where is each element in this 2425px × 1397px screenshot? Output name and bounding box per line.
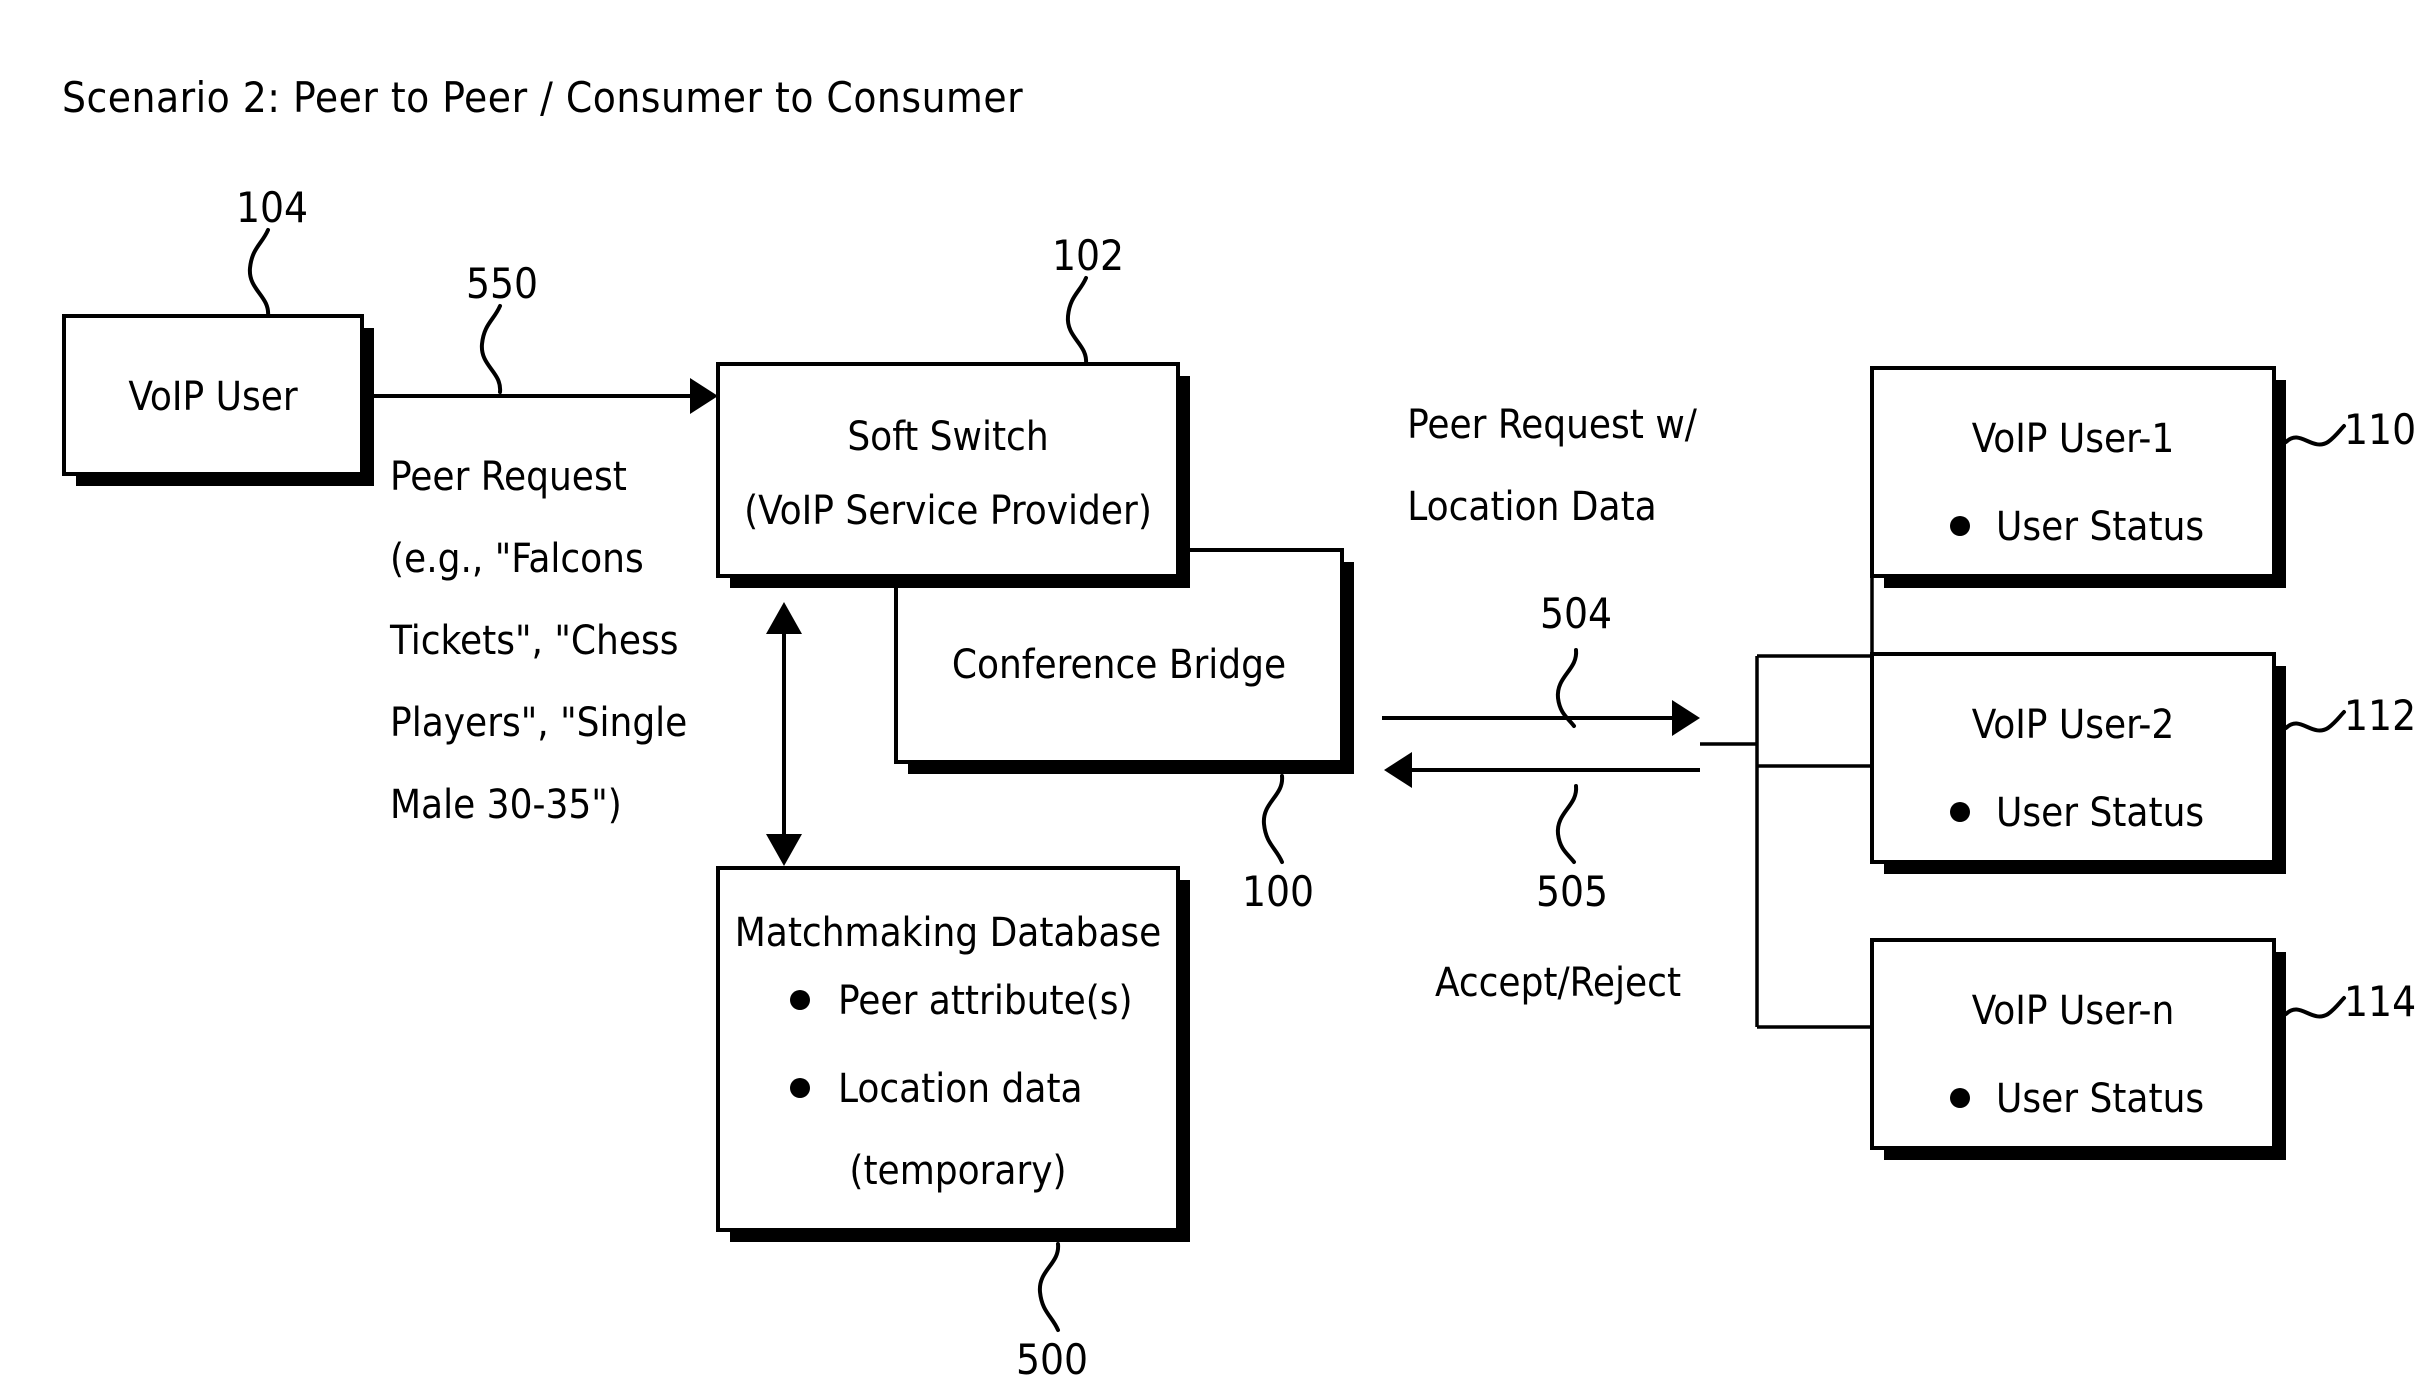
numeral-500-leader: 500 xyxy=(1016,1242,1088,1384)
scenario-2-diagram: Scenario 2: Peer to Peer / Consumer to C… xyxy=(62,73,2416,1384)
numeral-505: 505 xyxy=(1536,867,1608,916)
peer-request-location-line-1: Peer Request w/ xyxy=(1407,402,1698,448)
numeral-114: 114 xyxy=(2344,977,2416,1026)
numeral-500: 500 xyxy=(1016,1335,1088,1384)
peer-request-caption-line-1: Peer Request xyxy=(390,454,627,500)
peer-request-caption: Peer Request (e.g., "Falcons Tickets", "… xyxy=(389,454,687,828)
numeral-112-leader: 112 xyxy=(2284,691,2416,740)
numeral-100: 100 xyxy=(1242,867,1314,916)
bullet-icon xyxy=(1950,802,1970,822)
peer-box-3: VoIP User-n User Status xyxy=(1870,938,2286,1160)
peer-request-caption-line-2: (e.g., "Falcons xyxy=(390,536,644,582)
bullet-icon xyxy=(790,990,810,1010)
peer-2-label: VoIP User-2 xyxy=(1972,702,2175,748)
peer-2-status: User Status xyxy=(1996,790,2204,836)
flow-peer-request-arrow xyxy=(362,378,718,414)
voip-user-label: VoIP User xyxy=(128,374,297,420)
numeral-102: 102 xyxy=(1052,231,1124,280)
matchmaking-database-title: Matchmaking Database xyxy=(735,910,1162,956)
numeral-102-leader: 102 xyxy=(1052,231,1124,366)
numeral-504: 504 xyxy=(1540,589,1612,638)
bullet-icon xyxy=(1950,1088,1970,1108)
peer-request-location-line-2: Location Data xyxy=(1407,484,1656,530)
matchmaking-database-bullet-2: Location data xyxy=(838,1066,1083,1112)
numeral-550-leader: 550 xyxy=(466,259,538,394)
soft-switch-box: Soft Switch (VoIP Service Provider) xyxy=(716,362,1190,588)
numeral-100-leader: 100 xyxy=(1242,774,1314,916)
peer-box-1: VoIP User-1 User Status xyxy=(1870,366,2286,588)
peer-box-2: VoIP User-2 User Status xyxy=(1870,652,2286,874)
accept-reject-caption: Accept/Reject xyxy=(1435,960,1681,1006)
bullet-icon xyxy=(1950,516,1970,536)
soft-switch-label-line-2: (VoIP Service Provider) xyxy=(744,488,1152,534)
voip-user-box: VoIP User xyxy=(62,314,374,486)
numeral-505-leader: 505 xyxy=(1536,784,1608,916)
numeral-550: 550 xyxy=(466,259,538,308)
numeral-104-leader: 104 xyxy=(236,183,308,318)
matchmaking-database-bullet-2-cont: (temporary) xyxy=(849,1148,1066,1194)
patent-figure-page: Scenario 2: Peer to Peer / Consumer to C… xyxy=(0,0,2425,1397)
peer-request-location-caption: Peer Request w/ Location Data xyxy=(1407,402,1698,530)
numeral-104: 104 xyxy=(236,183,308,232)
numeral-114-leader: 114 xyxy=(2284,977,2416,1026)
peer-request-caption-line-3: Tickets", "Chess xyxy=(389,618,678,664)
flow-peer-request-location-arrow xyxy=(1382,700,1700,736)
matchmaking-database-box: Matchmaking Database Peer attribute(s) L… xyxy=(716,866,1190,1242)
softswitch-database-link xyxy=(766,602,802,866)
conference-bridge-label: Conference Bridge xyxy=(952,642,1286,688)
soft-switch-label-line-1: Soft Switch xyxy=(847,414,1048,460)
figure-title: Scenario 2: Peer to Peer / Consumer to C… xyxy=(62,73,1023,122)
peer-request-caption-line-4: Players", "Single xyxy=(390,700,687,746)
peer-request-caption-line-5: Male 30-35") xyxy=(390,782,622,828)
bullet-icon xyxy=(790,1078,810,1098)
numeral-504-leader: 504 xyxy=(1540,589,1612,728)
peer-3-label: VoIP User-n xyxy=(1972,988,2175,1034)
peer-3-status: User Status xyxy=(1996,1076,2204,1122)
peer-1-status: User Status xyxy=(1996,504,2204,550)
numeral-110-leader: 110 xyxy=(2284,405,2416,454)
peer-1-label: VoIP User-1 xyxy=(1972,416,2175,462)
numeral-112: 112 xyxy=(2344,691,2416,740)
flow-accept-reject-arrow xyxy=(1384,752,1700,788)
peer-bus-bracket xyxy=(1700,516,1874,1092)
numeral-110: 110 xyxy=(2344,405,2416,454)
matchmaking-database-bullet-1: Peer attribute(s) xyxy=(838,978,1133,1024)
